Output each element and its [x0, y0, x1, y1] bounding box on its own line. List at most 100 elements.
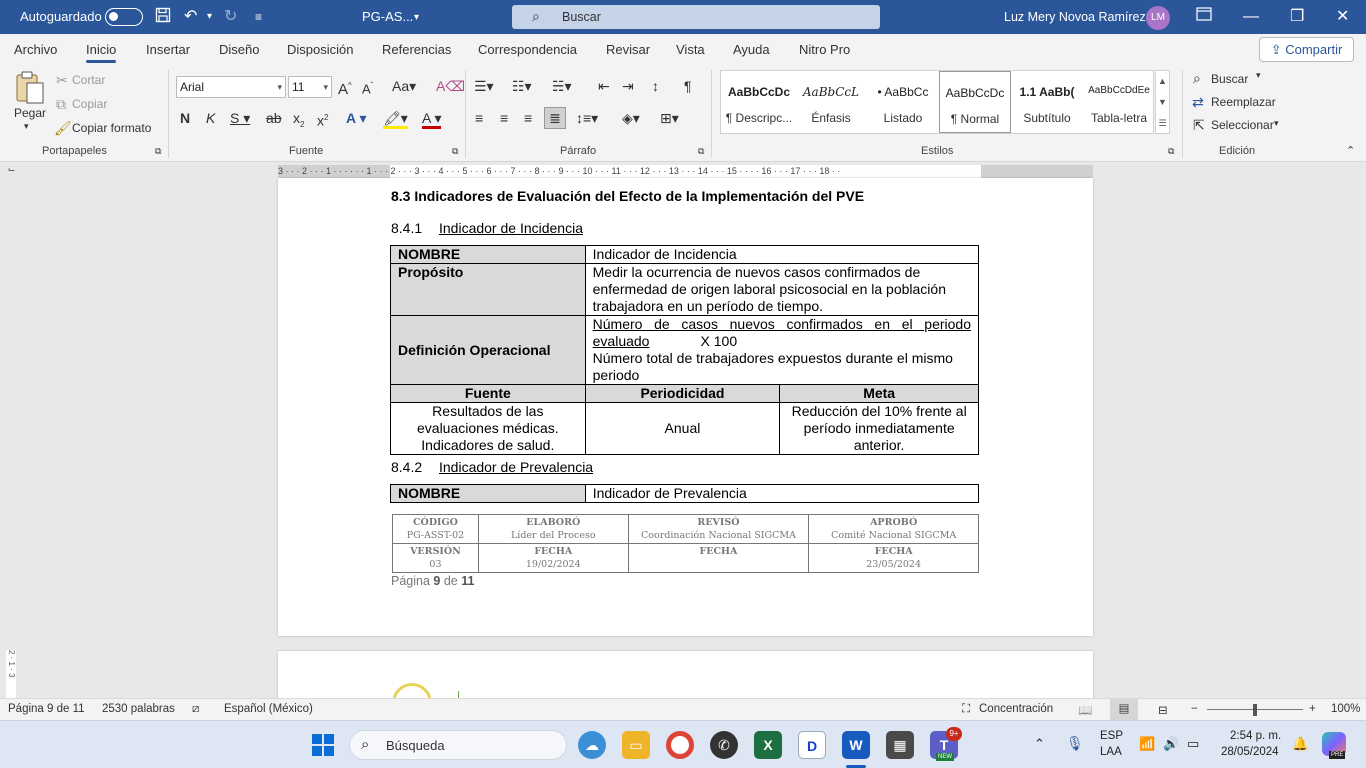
font-color-icon[interactable]: A ▾ — [422, 110, 442, 129]
font-size-combo[interactable]: 11 ▾ — [288, 76, 332, 98]
zoom-out-button[interactable]: − — [1191, 703, 1198, 715]
weather-widget-icon[interactable]: ☁ — [578, 731, 606, 759]
find-dropdown-icon[interactable]: ▾ — [1256, 70, 1261, 81]
notifications-icon[interactable]: 🔔 — [1292, 736, 1308, 752]
paste-dropdown-icon[interactable]: ▾ — [24, 121, 29, 132]
ribbon-display-icon[interactable] — [1196, 7, 1212, 27]
page-info[interactable]: Página 9 de 11 — [8, 703, 85, 715]
chrome-icon[interactable] — [666, 731, 694, 759]
minimize-icon[interactable]: — — [1243, 7, 1259, 27]
document-page[interactable]: 8.3 Indicadores de Evaluación del Efecto… — [278, 178, 1093, 636]
proofing-icon[interactable]: ⧄ — [192, 703, 199, 716]
zoom-in-button[interactable]: + — [1309, 703, 1316, 715]
strikethrough-icon[interactable]: ab — [266, 110, 282, 126]
multilevel-list-icon[interactable]: ☵▾ — [552, 78, 572, 94]
clear-formatting-icon[interactable]: A⌫ — [436, 78, 465, 94]
print-layout-icon[interactable]: ▤ — [1110, 699, 1138, 720]
chevron-down-icon[interactable]: ▼ — [1156, 92, 1169, 113]
word-icon[interactable]: W — [842, 731, 870, 759]
increase-indent-icon[interactable]: ⇥ — [622, 78, 634, 94]
align-center-icon[interactable]: ≡ — [500, 110, 508, 126]
clipboard-launcher-icon[interactable]: ⧉ — [155, 146, 161, 157]
grow-font-icon[interactable]: A^ — [338, 78, 352, 98]
restore-icon[interactable]: ❐ — [1290, 7, 1304, 27]
text-effects-icon[interactable]: A ▾ — [346, 110, 367, 126]
paste-button[interactable]: Pegar — [14, 106, 46, 120]
clock-time[interactable]: 2:54 p. m. — [1230, 730, 1281, 742]
language-indicator[interactable]: Español (México) — [224, 703, 313, 715]
tab-disposicion[interactable]: Disposición — [287, 42, 353, 57]
shrink-font-icon[interactable]: Aˇ — [362, 78, 373, 97]
tab-correspondencia[interactable]: Correspondencia — [478, 42, 577, 57]
styles-launcher-icon[interactable]: ⧉ — [1168, 146, 1174, 157]
tab-ayuda[interactable]: Ayuda — [733, 42, 770, 57]
zoom-slider-thumb[interactable] — [1253, 704, 1257, 716]
font-name-combo[interactable]: Arial ▾ — [176, 76, 286, 98]
style-descripcion[interactable]: AaBbCcDc ¶ Descripc... — [723, 71, 795, 133]
word-count[interactable]: 2530 palabras — [102, 703, 175, 715]
taskbar-search[interactable]: ⌕ Búsqueda — [349, 730, 567, 760]
style-enfasis[interactable]: AaBbCcL Énfasis — [795, 71, 867, 133]
share-button[interactable]: ⇪ Compartir — [1259, 37, 1354, 62]
vertical-ruler[interactable]: 2 · 1 · 3 — [6, 650, 16, 698]
avatar[interactable]: LM — [1146, 6, 1170, 30]
tray-chevron-icon[interactable]: ⌃ — [1034, 736, 1045, 752]
style-tabla-letra[interactable]: AaBbCcDdEe Tabla-letra — [1083, 71, 1155, 133]
tab-archivo[interactable]: Archivo — [14, 42, 57, 57]
change-case-icon[interactable]: Aa▾ — [392, 78, 416, 94]
lang-line1[interactable]: ESP — [1100, 730, 1123, 742]
style-normal[interactable]: AaBbCcDc ¶ Normal — [939, 71, 1011, 133]
copy-button[interactable]: Copiar — [72, 97, 107, 111]
shading-icon[interactable]: ◈▾ — [622, 110, 640, 126]
cut-button[interactable]: Cortar — [72, 73, 105, 87]
volume-icon[interactable]: 🔊 — [1163, 736, 1179, 752]
sort-icon[interactable]: ↕ — [652, 78, 659, 94]
italic-icon[interactable]: K — [206, 110, 215, 126]
select-button[interactable]: Seleccionar — [1211, 118, 1274, 132]
superscript-icon[interactable]: x2 — [317, 110, 328, 129]
horizontal-ruler[interactable]: 3 · · · 2 · · · 1 · · · · · · 1 · · · 2 … — [278, 165, 1093, 178]
tab-diseno[interactable]: Diseño — [219, 42, 259, 57]
tab-referencias[interactable]: Referencias — [382, 42, 451, 57]
line-spacing-icon[interactable]: ↕≡▾ — [576, 110, 598, 126]
replace-button[interactable]: Reemplazar — [1211, 95, 1276, 109]
wifi-icon[interactable]: 📶 — [1139, 736, 1155, 752]
lang-line2[interactable]: LAA — [1100, 746, 1122, 758]
read-mode-icon[interactable]: 📖 — [1078, 703, 1092, 717]
tab-vista[interactable]: Vista — [676, 42, 705, 57]
paste-icon[interactable] — [14, 70, 46, 106]
excel-icon[interactable]: X — [754, 731, 782, 759]
font-launcher-icon[interactable]: ⧉ — [452, 146, 458, 157]
docname-chevron-icon[interactable]: ▾ — [414, 8, 419, 28]
file-explorer-icon[interactable]: ▭ — [622, 731, 650, 759]
document-name[interactable]: PG-AS... — [362, 9, 413, 24]
highlight-icon[interactable]: 🖍▾ — [383, 110, 408, 129]
focus-mode-button[interactable]: Concentración — [979, 703, 1053, 715]
style-subtitulo[interactable]: 1.1 AaBb( Subtítulo — [1011, 71, 1083, 133]
align-right-icon[interactable]: ≡ — [524, 110, 532, 126]
microphone-icon[interactable]: 🎙 — [1066, 735, 1084, 752]
paragraph-launcher-icon[interactable]: ⧉ — [698, 146, 704, 157]
format-painter-button[interactable]: Copiar formato — [72, 121, 151, 135]
bold-icon[interactable]: N — [180, 110, 190, 126]
select-dropdown-icon[interactable]: ▾ — [1274, 118, 1279, 129]
whatsapp-icon[interactable]: ✆ — [710, 731, 738, 759]
autosave-toggle[interactable] — [105, 8, 143, 26]
undo-dropdown-icon[interactable]: ▾ — [207, 7, 212, 27]
collapse-ribbon-icon[interactable]: ⌃ — [1346, 144, 1355, 157]
tab-nitro-pro[interactable]: Nitro Pro — [799, 42, 850, 57]
close-icon[interactable]: ✕ — [1336, 7, 1349, 27]
bullets-icon[interactable]: ☰▾ — [474, 78, 494, 94]
tab-insertar[interactable]: Insertar — [146, 42, 190, 57]
calculator-icon[interactable]: ▦ — [886, 731, 914, 759]
tab-revisar[interactable]: Revisar — [606, 42, 650, 57]
disney-plus-icon[interactable]: D — [798, 731, 826, 759]
numbering-icon[interactable]: ☷▾ — [512, 78, 532, 94]
decrease-indent-icon[interactable]: ⇤ — [598, 78, 610, 94]
tab-selector-icon[interactable]: ⌙ — [4, 164, 19, 179]
undo-icon[interactable]: ↶ — [184, 7, 197, 27]
tab-inicio[interactable]: Inicio — [86, 42, 117, 63]
chevron-up-icon[interactable]: ▲ — [1156, 71, 1169, 92]
styles-scroll[interactable]: ▲ ▼ ☰ — [1155, 70, 1170, 134]
redo-icon[interactable]: ↻ — [224, 7, 237, 27]
